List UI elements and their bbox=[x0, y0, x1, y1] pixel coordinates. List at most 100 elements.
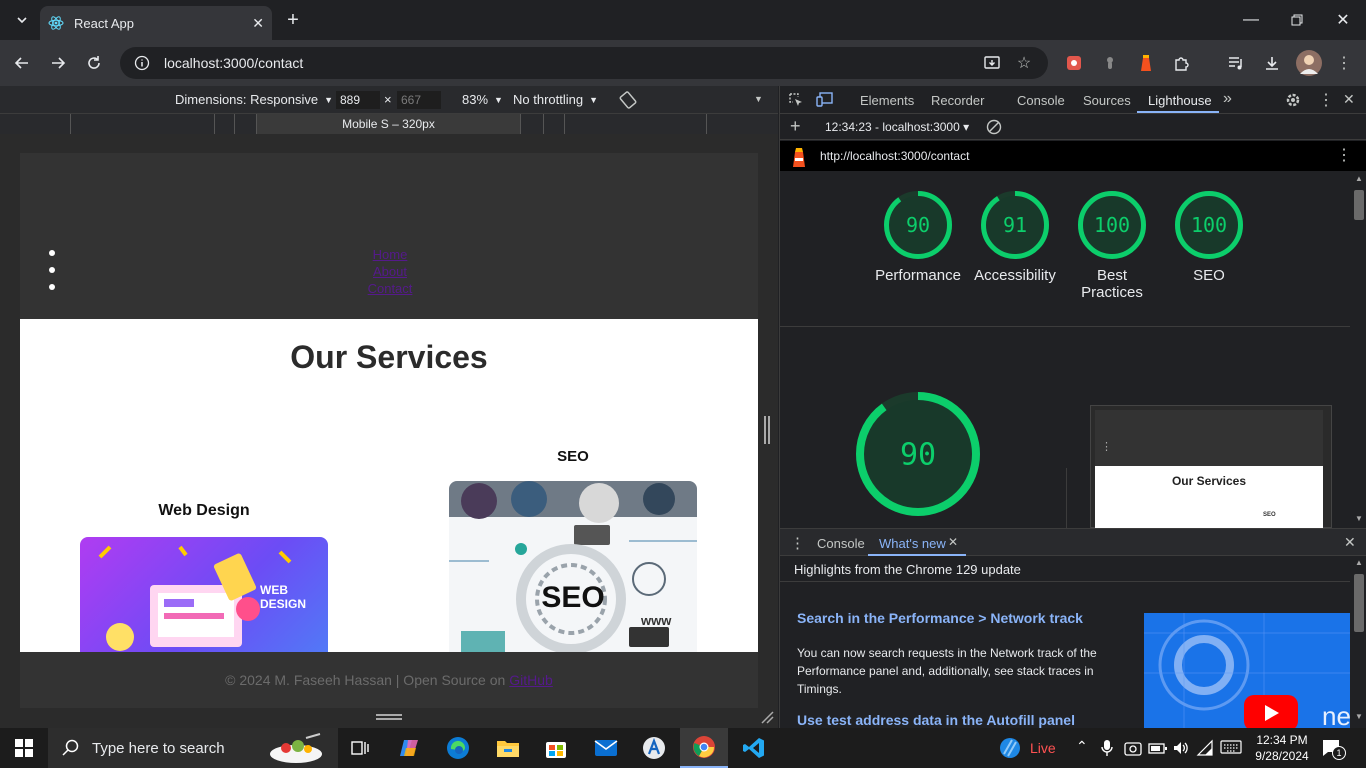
close-devtools-icon[interactable]: ✕ bbox=[1343, 91, 1355, 108]
search-icon bbox=[62, 739, 79, 756]
settings-gear-icon[interactable] bbox=[1285, 92, 1301, 108]
dimensions-dropdown[interactable]: Dimensions: Responsive ▼ bbox=[175, 92, 333, 107]
device-toolbar-more-icon[interactable]: ▼ bbox=[754, 94, 763, 104]
nav-item-about: About bbox=[49, 264, 715, 281]
camera-status-icon[interactable] bbox=[1124, 739, 1142, 757]
page-screenshot-thumbnail[interactable]: ⋮ Our Services SEO bbox=[1090, 405, 1332, 528]
article-2-title[interactable]: Use test address data in the Autofill pa… bbox=[797, 712, 1127, 728]
extension-grey-icon[interactable] bbox=[1094, 47, 1126, 79]
browser-tab-react-app[interactable]: React App ✕ bbox=[40, 6, 272, 40]
gauge-performance[interactable]: 90 bbox=[884, 191, 952, 259]
vscode-icon[interactable] bbox=[730, 728, 778, 768]
gauge-accessibility[interactable]: 91 bbox=[981, 191, 1049, 259]
article-1-title[interactable]: Search in the Performance > Network trac… bbox=[797, 610, 1127, 626]
forward-button[interactable] bbox=[42, 47, 74, 79]
whats-new-video-thumbnail[interactable]: ne bbox=[1144, 613, 1350, 728]
edge-icon[interactable] bbox=[434, 728, 482, 768]
new-tab-button[interactable]: + bbox=[282, 8, 304, 32]
new-report-icon[interactable]: + bbox=[790, 116, 801, 137]
tab-lighthouse[interactable]: Lighthouse bbox=[1148, 93, 1212, 108]
extensions-puzzle-icon[interactable] bbox=[1166, 47, 1198, 79]
gauge-performance-value: 90 bbox=[906, 213, 930, 237]
windows-start-icon[interactable] bbox=[0, 728, 48, 768]
media-control-icon[interactable] bbox=[1220, 47, 1252, 79]
taskbar-search[interactable]: Type here to search bbox=[48, 728, 338, 768]
keyboard-icon[interactable] bbox=[1220, 740, 1242, 754]
address-bar[interactable]: localhost:3000/contact bbox=[120, 47, 1048, 79]
bookmark-star-icon[interactable]: ☆ bbox=[1008, 47, 1040, 79]
zoom-dropdown[interactable]: 83% ▼ bbox=[462, 92, 503, 107]
extension-red-icon[interactable] bbox=[1058, 47, 1090, 79]
close-drawer-icon[interactable]: ✕ bbox=[1344, 534, 1356, 551]
nav-link-contact[interactable]: Contact bbox=[65, 281, 715, 296]
tab-console[interactable]: Console bbox=[1017, 93, 1065, 108]
notification-center-icon[interactable]: 1 bbox=[1320, 736, 1346, 760]
tab-sources[interactable]: Sources bbox=[1083, 93, 1131, 108]
install-app-icon[interactable] bbox=[976, 47, 1008, 79]
back-button[interactable] bbox=[6, 47, 38, 79]
show-hidden-icons[interactable]: ⌃ bbox=[1076, 738, 1088, 755]
report-selector[interactable]: 12:34:23 - localhost:3000 ▾ bbox=[825, 120, 969, 134]
drawer-menu-icon[interactable]: ⋮ bbox=[790, 534, 805, 552]
volume-icon[interactable] bbox=[1172, 739, 1190, 757]
chrome-taskbar-icon[interactable] bbox=[680, 728, 728, 768]
drawer-tab-whats-new[interactable]: What's new bbox=[879, 536, 946, 551]
close-tab-icon[interactable]: ✕ bbox=[252, 15, 264, 32]
close-whats-new-icon[interactable]: ✕ bbox=[948, 535, 958, 549]
scrollbar-thumb[interactable] bbox=[1354, 190, 1364, 220]
system-clock[interactable]: 12:34 PM 9/28/2024 bbox=[1252, 732, 1312, 764]
more-tabs-icon[interactable]: » bbox=[1223, 90, 1232, 108]
site-info-icon[interactable] bbox=[134, 55, 150, 71]
close-window-button[interactable]: ✕ bbox=[1320, 0, 1366, 40]
rotate-icon[interactable] bbox=[618, 90, 638, 110]
tab-search-chevron-icon[interactable] bbox=[6, 4, 38, 36]
lighthouse-scrollbar[interactable]: ▲ ▼ bbox=[1350, 174, 1366, 528]
tab-recorder[interactable]: Recorder bbox=[931, 93, 984, 108]
chrome-menu-icon[interactable]: ⋮ bbox=[1328, 47, 1360, 79]
seo-image-text: SEO bbox=[541, 581, 605, 614]
restore-button[interactable] bbox=[1274, 0, 1320, 40]
viewport-width-resize-handle[interactable] bbox=[764, 416, 770, 444]
notification-badge: 1 bbox=[1332, 746, 1346, 760]
width-input[interactable]: 889 bbox=[336, 91, 380, 109]
page-footer: © 2024 M. Faseeh Hassan | Open Source on… bbox=[20, 652, 758, 708]
footer-github-link[interactable]: GitHub bbox=[509, 672, 553, 688]
profile-avatar[interactable] bbox=[1296, 50, 1322, 76]
whats-new-scrollbar[interactable]: ▲ ▼ bbox=[1350, 556, 1366, 728]
microsoft-store-icon[interactable] bbox=[532, 728, 580, 768]
nav-link-home[interactable]: Home bbox=[65, 247, 715, 262]
battery-icon[interactable] bbox=[1148, 739, 1168, 757]
report-menu-icon[interactable]: ⋮ bbox=[1336, 145, 1352, 165]
services-heading: Our Services bbox=[290, 339, 488, 375]
viewport-height-resize-handle[interactable] bbox=[376, 714, 402, 720]
viewport-corner-resize-icon[interactable] bbox=[760, 710, 774, 724]
gauge-best-practices[interactable]: 100 bbox=[1078, 191, 1146, 259]
copilot-icon[interactable] bbox=[386, 728, 434, 768]
drawer-tab-console[interactable]: Console bbox=[817, 536, 865, 551]
height-input[interactable]: 667 bbox=[397, 91, 441, 109]
performance-big-gauge[interactable]: 90 bbox=[856, 392, 980, 516]
minimize-button[interactable]: — bbox=[1228, 0, 1274, 40]
nav-link-about[interactable]: About bbox=[65, 264, 715, 279]
gauge-seo[interactable]: 100 bbox=[1175, 191, 1243, 259]
lighthouse-extension-icon[interactable] bbox=[1130, 47, 1162, 79]
whats-new-content: Search in the Performance > Network trac… bbox=[780, 583, 1350, 728]
file-explorer-icon[interactable] bbox=[484, 728, 532, 768]
mail-icon[interactable] bbox=[582, 728, 630, 768]
clock-date: 9/28/2024 bbox=[1255, 749, 1309, 763]
wifi-icon[interactable] bbox=[1196, 739, 1214, 757]
device-toolbar-toggle-icon[interactable] bbox=[816, 92, 834, 108]
youtube-play-icon[interactable] bbox=[1244, 695, 1298, 728]
microphone-icon[interactable] bbox=[1100, 739, 1114, 757]
inspect-element-icon[interactable] bbox=[788, 92, 804, 108]
devtools-menu-icon[interactable]: ⋮ bbox=[1318, 90, 1334, 110]
downloads-icon[interactable] bbox=[1256, 47, 1288, 79]
tab-elements[interactable]: Elements bbox=[860, 93, 914, 108]
cricket-live-widget[interactable]: Live bbox=[998, 736, 1056, 760]
media-query-mobile-s[interactable]: Mobile S – 320px bbox=[256, 114, 521, 134]
task-view-icon[interactable] bbox=[336, 728, 384, 768]
app-a-icon[interactable] bbox=[630, 728, 678, 768]
throttling-dropdown[interactable]: No throttling ▼ bbox=[513, 92, 598, 107]
reload-button[interactable] bbox=[78, 47, 110, 79]
clear-reports-icon[interactable] bbox=[986, 119, 1002, 135]
